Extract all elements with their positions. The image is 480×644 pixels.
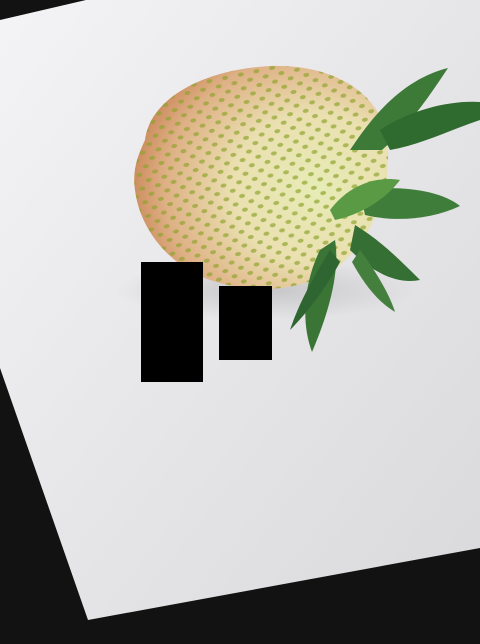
redaction-box xyxy=(219,286,272,360)
photo-scene xyxy=(0,0,480,640)
redaction-box xyxy=(141,262,203,382)
